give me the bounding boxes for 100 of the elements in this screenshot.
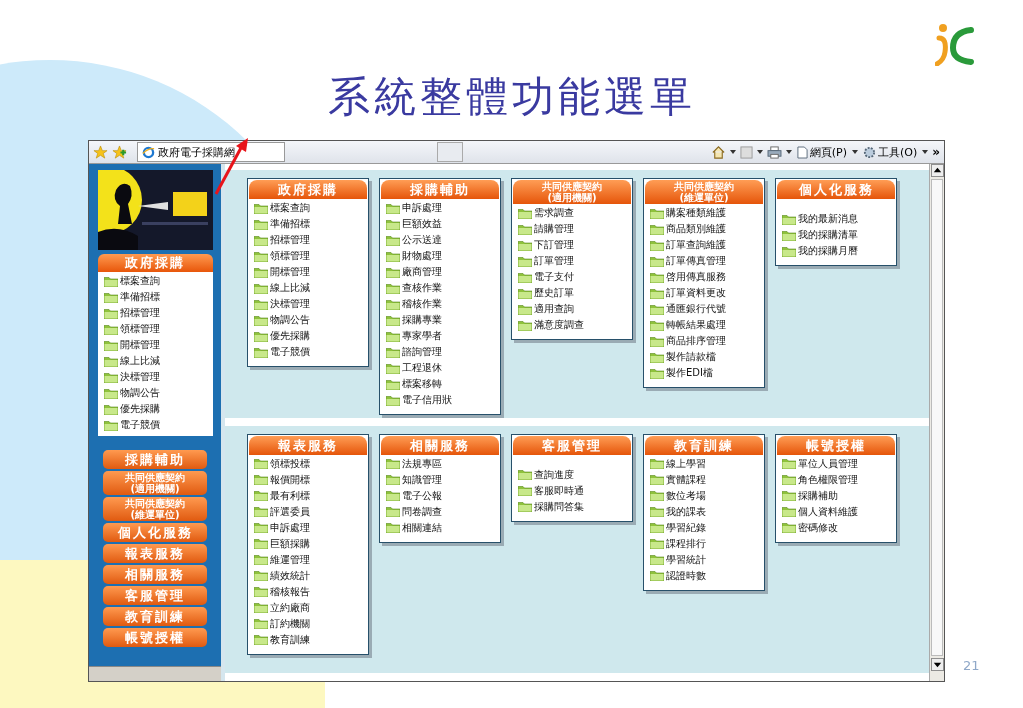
scrollbar[interactable] [929, 164, 944, 681]
menu-link[interactable]: 準備招標 [119, 290, 160, 304]
menu-link[interactable]: 需求調查 [534, 206, 574, 220]
menu-link[interactable]: 訂約機關 [270, 616, 310, 631]
menu-link[interactable]: 客服即時通 [534, 483, 584, 498]
caret-icon[interactable] [729, 150, 736, 154]
caret-icon[interactable] [922, 150, 929, 154]
menu-link[interactable]: 申訴處理 [270, 520, 310, 535]
browser-tab[interactable]: 政府電子採購網 [137, 142, 285, 162]
menu-link[interactable]: 稽核作業 [402, 297, 442, 311]
menu-link[interactable]: 電子公報 [402, 488, 442, 503]
menu-link[interactable]: 電子支付 [534, 270, 574, 284]
menu-link[interactable]: 財物處理 [402, 249, 442, 263]
menu-link[interactable]: 領標管理 [119, 322, 160, 336]
menu-link[interactable]: 線上比減 [119, 354, 160, 368]
menu-link[interactable]: 法規專區 [402, 456, 442, 471]
caret-icon[interactable] [785, 150, 792, 154]
menu-link[interactable]: 稽核報告 [270, 584, 310, 599]
menu-link[interactable]: 優先採購 [270, 329, 310, 343]
menu-link[interactable]: 準備招標 [270, 217, 310, 231]
menu-link[interactable]: 啓用傳真服務 [666, 270, 726, 284]
menu-link[interactable]: 學習統計 [666, 552, 706, 567]
menu-link[interactable]: 領標投標 [270, 456, 310, 471]
menu-link[interactable]: 製作請款檔 [666, 350, 716, 364]
menu-link[interactable]: 下訂管理 [534, 238, 574, 252]
menu-link[interactable]: 學習紀錄 [666, 520, 706, 535]
menu-link[interactable]: 招標管理 [119, 306, 160, 320]
menu-link[interactable]: 查核作業 [402, 281, 442, 295]
menu-link[interactable]: 報價開標 [270, 472, 310, 487]
menu-link[interactable]: 最有利標 [270, 488, 310, 503]
caret-icon[interactable] [852, 150, 858, 154]
menu-link[interactable]: 知識管理 [402, 472, 442, 487]
menu-link[interactable]: 領標管理 [270, 249, 310, 263]
menu-link[interactable]: 商品排序管理 [666, 334, 726, 348]
menu-link[interactable]: 數位考場 [666, 488, 706, 503]
menu-link[interactable]: 實體課程 [666, 472, 706, 487]
menu-link[interactable]: 製作EDI檔 [666, 366, 713, 380]
menu-link[interactable]: 商品類別維護 [666, 222, 726, 236]
menu-link[interactable]: 請購管理 [534, 222, 574, 236]
menu-link[interactable]: 課程排行 [666, 536, 706, 551]
menu-link[interactable]: 採購補助 [798, 488, 838, 503]
menu-link[interactable]: 訂單資料更改 [666, 286, 726, 300]
scroll-up-icon[interactable] [930, 164, 944, 177]
menu-link[interactable]: 訂單傳真管理 [666, 254, 726, 268]
menu-link[interactable]: 採購專業 [402, 313, 442, 327]
tools-menu-button[interactable]: 工具(O) [862, 144, 919, 160]
menu-link[interactable]: 採購問答集 [534, 499, 584, 514]
menu-link[interactable]: 工程退休 [402, 361, 442, 375]
menu-link[interactable]: 轉帳結果處理 [666, 318, 726, 332]
menu-link[interactable]: 教育訓練 [270, 632, 310, 647]
menu-link[interactable]: 維運管理 [270, 552, 310, 567]
menu-link[interactable]: 物調公告 [119, 386, 160, 400]
scroll-thumb[interactable] [931, 179, 943, 656]
menu-link[interactable]: 歷史訂單 [534, 286, 574, 300]
menu-link[interactable]: 決標管理 [119, 370, 160, 384]
menu-link[interactable]: 我的採購月曆 [798, 244, 858, 258]
menu-link[interactable]: 開標管理 [119, 338, 160, 352]
menu-link[interactable]: 電子競價 [119, 418, 160, 432]
menu-link[interactable]: 公示送達 [402, 233, 442, 247]
scroll-down-icon[interactable] [930, 658, 944, 671]
menu-link[interactable]: 諮詢管理 [402, 345, 442, 359]
menu-link[interactable]: 通匯銀行代號 [666, 302, 726, 316]
caret-icon[interactable] [756, 150, 763, 154]
menu-link[interactable]: 決標管理 [270, 297, 310, 311]
add-favorite-icon[interactable] [112, 144, 127, 160]
menu-link[interactable]: 我的最新消息 [798, 212, 858, 226]
menu-link[interactable]: 招標管理 [270, 233, 310, 247]
print-icon[interactable] [766, 145, 782, 159]
menu-link[interactable]: 評選委員 [270, 504, 310, 519]
menu-link[interactable]: 問卷調查 [402, 504, 442, 519]
menu-link[interactable]: 角色權限管理 [798, 472, 858, 487]
menu-link[interactable]: 訂單管理 [534, 254, 574, 268]
menu-link[interactable]: 專家學者 [402, 329, 442, 343]
menu-link[interactable]: 我的採購清單 [798, 228, 858, 242]
menu-link[interactable]: 購案種類維護 [666, 206, 726, 220]
menu-link[interactable]: 適用查詢 [534, 302, 574, 316]
menu-link[interactable]: 線上學習 [666, 456, 706, 471]
menu-link[interactable]: 優先採購 [119, 402, 160, 416]
menu-link[interactable]: 線上比減 [270, 281, 310, 295]
menu-link[interactable]: 物調公告 [270, 313, 310, 327]
menu-link[interactable]: 立約廠商 [270, 600, 310, 615]
menu-link[interactable]: 標案查詢 [270, 201, 310, 215]
menu-link[interactable]: 我的課表 [666, 504, 706, 519]
menu-link[interactable]: 查詢進度 [534, 467, 574, 482]
menu-link[interactable]: 標案移轉 [402, 377, 442, 391]
menu-link[interactable]: 滿意度調查 [534, 318, 584, 332]
menu-link[interactable]: 績效統計 [270, 568, 310, 583]
star-icon[interactable] [93, 144, 108, 160]
menu-link[interactable]: 訂單查詢維護 [666, 238, 726, 252]
menu-link[interactable]: 電子信用狀 [402, 393, 452, 407]
menu-link[interactable]: 單位人員管理 [798, 456, 858, 471]
menu-link[interactable]: 個人資料維護 [798, 504, 858, 519]
menu-link[interactable]: 廠商管理 [402, 265, 442, 279]
menu-link[interactable]: 巨額採購 [270, 536, 310, 551]
menu-link[interactable]: 密碼修改 [798, 520, 838, 535]
menu-link[interactable]: 標案查詢 [119, 274, 160, 288]
menu-link[interactable]: 電子競價 [270, 345, 310, 359]
home-icon[interactable] [710, 144, 726, 160]
more-button[interactable]: » [932, 145, 940, 159]
menu-link[interactable]: 申訴處理 [402, 201, 442, 215]
